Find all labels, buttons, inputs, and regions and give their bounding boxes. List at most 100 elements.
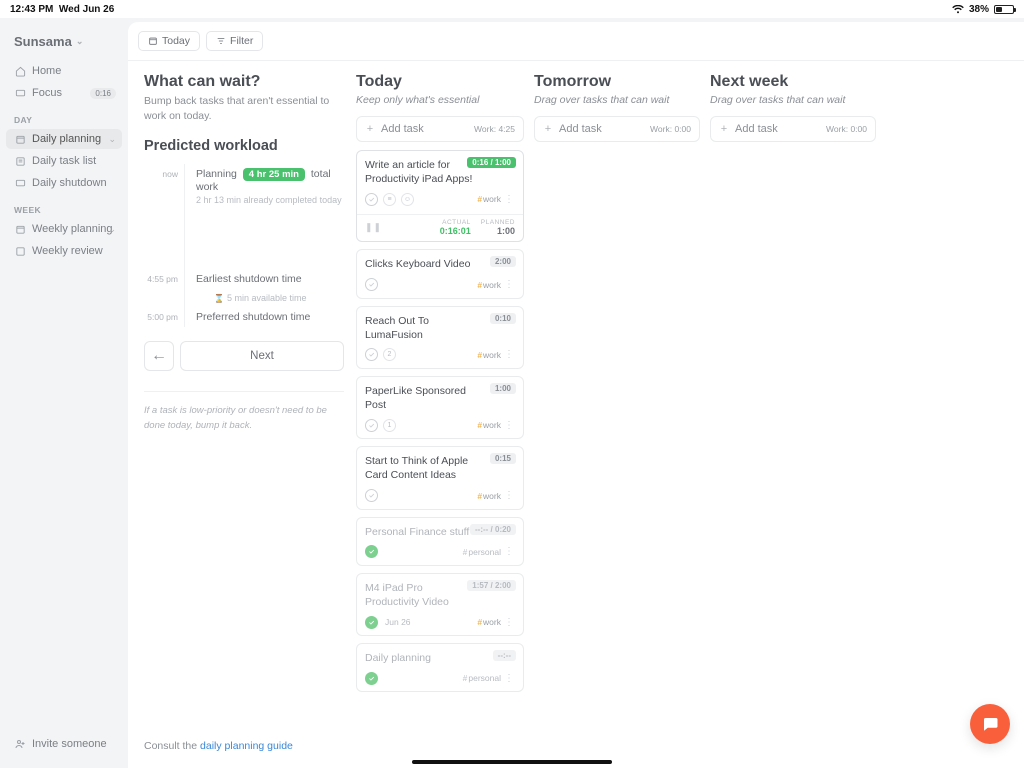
task-card[interactable]: Write an article for Productivity iPad A…: [356, 150, 524, 242]
task-channel[interactable]: #work: [477, 350, 501, 360]
planned-value: 1:00: [481, 226, 515, 236]
task-time-pill: --:--: [493, 650, 516, 661]
filter-button[interactable]: Filter: [206, 31, 263, 51]
battery-icon: [994, 5, 1014, 14]
task-check-icon[interactable]: [365, 348, 378, 361]
status-date: Wed Jun 26: [59, 4, 114, 15]
task-check-icon[interactable]: [365, 419, 378, 432]
task-time-pill: 0:16 / 1:00: [467, 157, 516, 168]
nav-weekly-review[interactable]: Weekly review: [6, 241, 122, 261]
chevron-down-icon: ⌄: [108, 134, 116, 145]
wifi-icon: [952, 5, 964, 14]
nav-focus[interactable]: Focus 0:16: [6, 83, 122, 103]
add-task-tomorrow[interactable]: + Add task Work: 0:00: [534, 116, 700, 142]
task-card[interactable]: Start to Think of Apple Card Content Ide…: [356, 446, 524, 509]
task-channel[interactable]: #personal: [463, 673, 501, 683]
task-channel[interactable]: #work: [477, 617, 501, 627]
plus-icon: +: [719, 123, 729, 135]
review-icon: [14, 245, 26, 257]
task-more-icon[interactable]: ⋮: [504, 676, 514, 681]
add-task-nextweek[interactable]: + Add task Work: 0:00: [710, 116, 876, 142]
task-check-icon[interactable]: [365, 616, 378, 629]
invite-icon: [14, 738, 26, 750]
task-channel[interactable]: #work: [477, 491, 501, 501]
nav-daily-task-list[interactable]: Daily task list: [6, 151, 122, 171]
task-check-icon[interactable]: [365, 672, 378, 685]
nav-weekly-planning[interactable]: Weekly planning ⌄: [6, 219, 122, 239]
add-task-today[interactable]: + Add task Work: 4:25: [356, 116, 524, 142]
task-channel[interactable]: #personal: [463, 547, 501, 557]
task-more-icon[interactable]: ⋮: [504, 620, 514, 625]
tomorrow-title: Tomorrow: [534, 73, 700, 91]
nav-daily-task-list-label: Daily task list: [32, 155, 96, 167]
timeline-preferred: Preferred shutdown time: [196, 311, 344, 323]
task-face-icon[interactable]: ☺: [401, 193, 414, 206]
chat-fab[interactable]: [970, 704, 1010, 744]
task-more-icon[interactable]: ⋮: [504, 549, 514, 554]
nav-daily-planning[interactable]: Daily planning ⌄: [6, 129, 122, 149]
task-check-icon[interactable]: [365, 278, 378, 291]
invite-label: Invite someone: [32, 738, 107, 750]
today-button[interactable]: Today: [138, 31, 200, 51]
nav-daily-planning-label: Daily planning: [32, 133, 101, 145]
nav-daily-shutdown-label: Daily shutdown: [32, 177, 107, 189]
add-task-label: Add task: [559, 123, 602, 135]
task-card[interactable]: PaperLike Sponsored Post 1:00 1 #work ⋮: [356, 376, 524, 439]
chevron-down-icon: ⌄: [76, 36, 84, 47]
pause-icon[interactable]: ❚❚: [365, 222, 377, 233]
task-more-icon[interactable]: ⋮: [504, 423, 514, 428]
planning-time-pill: 4 hr 25 min: [243, 168, 305, 181]
timeline-already: 2 hr 13 min already completed today: [196, 195, 344, 205]
toolbar: Today Filter: [128, 22, 1024, 61]
task-time-pill: 1:57 / 2:00: [467, 580, 516, 591]
task-check-icon[interactable]: [365, 193, 378, 206]
task-card[interactable]: Clicks Keyboard Video 2:00 #work ⋮: [356, 249, 524, 298]
calendar-week-icon: [14, 223, 26, 235]
arrow-left-icon: ←: [151, 347, 167, 365]
invite-someone[interactable]: Invite someone: [6, 730, 122, 758]
task-card[interactable]: Personal Finance stuff --:-- / 0:20 #per…: [356, 517, 524, 566]
nav-weekly-review-label: Weekly review: [32, 245, 103, 257]
timeline-t2: 5:00 pm: [144, 312, 178, 322]
task-check-icon[interactable]: [365, 489, 378, 502]
col-tomorrow: Tomorrow Drag over tasks that can wait +…: [534, 73, 700, 768]
nextweek-sub: Drag over tasks that can wait: [710, 94, 876, 106]
status-time: 12:43 PM: [10, 4, 53, 15]
focus-icon: [14, 87, 26, 99]
nav-focus-label: Focus: [32, 87, 62, 99]
add-task-label: Add task: [381, 123, 424, 135]
nav-daily-shutdown[interactable]: Daily shutdown: [6, 173, 122, 193]
task-more-icon[interactable]: ⋮: [504, 197, 514, 202]
list-icon: [14, 155, 26, 167]
task-more-icon[interactable]: ⋮: [504, 282, 514, 287]
workspace-switcher[interactable]: Sunsama ⌄: [6, 28, 122, 59]
task-channel[interactable]: #work: [477, 420, 501, 430]
task-sub-icon[interactable]: 2: [383, 348, 396, 361]
task-more-icon[interactable]: ⋮: [504, 493, 514, 498]
task-more-icon[interactable]: ⋮: [504, 352, 514, 357]
chevron-down-icon: ⌄: [108, 224, 116, 235]
next-button[interactable]: Next: [180, 341, 344, 371]
task-time-pill: 1:00: [490, 383, 516, 394]
task-time-pill: 0:10: [490, 313, 516, 324]
task-card[interactable]: Daily planning --:-- #personal ⋮: [356, 643, 524, 692]
hourglass-icon: ⌛: [214, 294, 224, 303]
plus-icon: +: [543, 123, 553, 135]
main-panel: Today Filter What can wait? Bump back ta…: [128, 22, 1024, 768]
task-date: Jun 26: [385, 617, 411, 627]
tomorrow-sub: Drag over tasks that can wait: [534, 94, 700, 106]
task-card[interactable]: Reach Out To LumaFusion 0:10 2 #work ⋮: [356, 306, 524, 369]
task-check-icon[interactable]: [365, 545, 378, 558]
task-note-icon[interactable]: ≡: [383, 193, 396, 206]
nav-home[interactable]: Home: [6, 61, 122, 81]
task-channel[interactable]: #work: [477, 280, 501, 290]
task-timer: ❚❚ ACTUAL0:16:01 PLANNED1:00: [357, 214, 523, 241]
daily-planning-guide-link[interactable]: daily planning guide: [200, 740, 293, 752]
task-sub-icon[interactable]: 1: [383, 419, 396, 432]
home-indicator[interactable]: [412, 760, 612, 764]
task-channel[interactable]: #work: [477, 194, 501, 204]
prev-button[interactable]: ←: [144, 341, 174, 371]
nextweek-title: Next week: [710, 73, 876, 91]
home-icon: [14, 65, 26, 77]
task-card[interactable]: M4 iPad Pro Productivity Video 1:57 / 2:…: [356, 573, 524, 636]
